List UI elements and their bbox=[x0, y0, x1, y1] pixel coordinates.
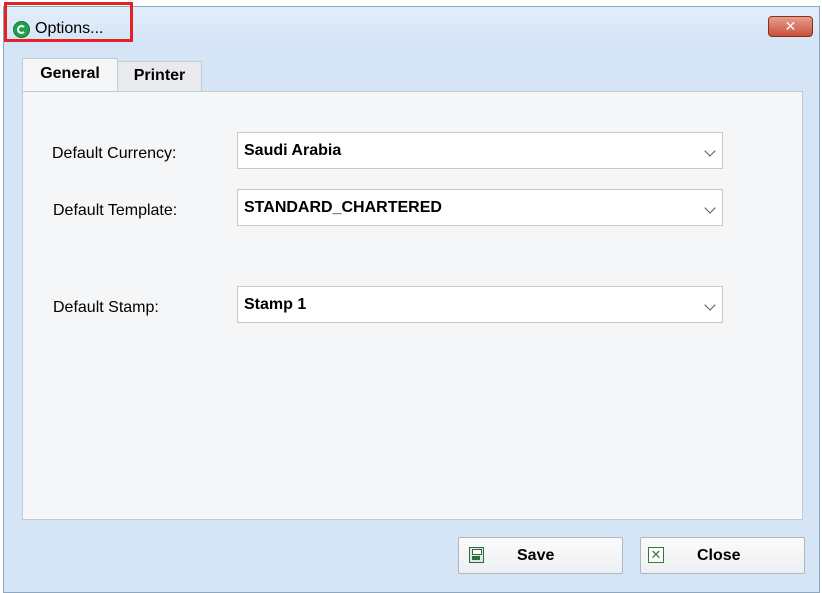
close-button-label: Close bbox=[697, 547, 741, 564]
currency-value: Saudi Arabia bbox=[244, 142, 342, 159]
title-highlight-box bbox=[4, 2, 133, 42]
save-icon bbox=[469, 547, 484, 563]
chevron-down-icon bbox=[704, 299, 716, 311]
stamp-label: Default Stamp: bbox=[53, 299, 159, 316]
stamp-value: Stamp 1 bbox=[244, 296, 307, 313]
template-label: Default Template: bbox=[53, 202, 178, 219]
close-button[interactable]: ✕ Close bbox=[640, 537, 805, 574]
currency-dropdown[interactable]: Saudi Arabia bbox=[237, 132, 723, 169]
chevron-down-icon bbox=[704, 202, 716, 214]
template-dropdown[interactable]: STANDARD_CHARTERED bbox=[237, 189, 723, 226]
save-button-label: Save bbox=[517, 547, 555, 564]
options-window: Options... ✕ General Printer Default Cur… bbox=[3, 2, 820, 593]
currency-label: Default Currency: bbox=[52, 145, 177, 162]
save-button[interactable]: Save bbox=[458, 537, 623, 574]
template-value: STANDARD_CHARTERED bbox=[244, 199, 442, 216]
close-icon: ✕ bbox=[784, 18, 797, 34]
stamp-dropdown[interactable]: Stamp 1 bbox=[237, 286, 723, 323]
chevron-down-icon bbox=[704, 145, 716, 157]
tab-printer[interactable]: Printer bbox=[117, 61, 202, 91]
close-icon: ✕ bbox=[648, 547, 664, 563]
window-close-button[interactable]: ✕ bbox=[768, 16, 813, 37]
general-panel: Default Currency: Saudi Arabia Default T… bbox=[22, 91, 803, 520]
tab-general[interactable]: General bbox=[22, 58, 118, 92]
